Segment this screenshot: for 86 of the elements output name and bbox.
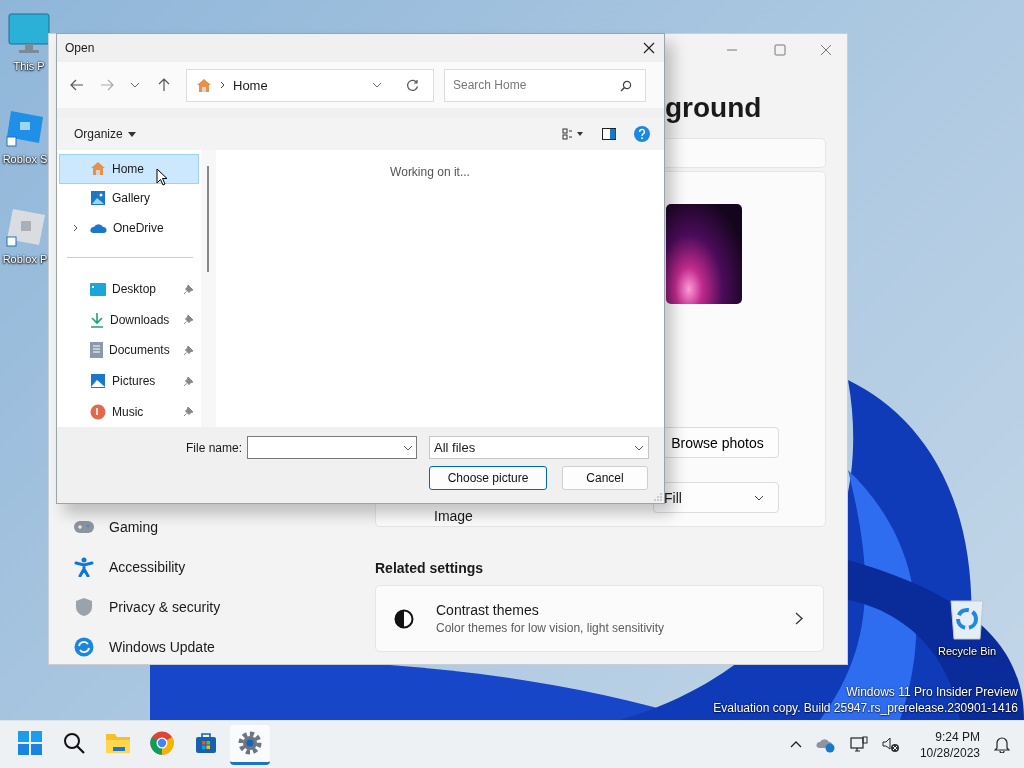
chevron-up-icon[interactable]: [789, 741, 802, 748]
recycle-bin-icon[interactable]: [947, 597, 987, 641]
chevron-down-icon[interactable]: [130, 82, 140, 88]
search-field[interactable]: Search Home: [444, 68, 646, 102]
pin-icon: [183, 314, 194, 326]
desktop-folder-icon: [90, 282, 106, 296]
row-title: Contrast themes: [436, 602, 540, 618]
caret-down-icon: [127, 131, 136, 137]
chevron-right-icon: [220, 81, 225, 89]
navigation-item[interactable]: Pictures: [59, 365, 199, 397]
navigation-item[interactable]: Documents: [59, 335, 199, 366]
row-subtitle: Color themes for low vision, light sensitivity: [436, 621, 666, 635]
bell-icon[interactable]: [994, 736, 1010, 753]
search-icon: [620, 79, 632, 92]
pin-icon: [183, 406, 194, 418]
chevron-down-icon: [634, 444, 645, 451]
chevron-down-icon: [754, 494, 764, 501]
preview-pane-icon[interactable]: [602, 128, 616, 140]
navigation-item[interactable]: OneDrive: [59, 213, 199, 243]
home-icon: [90, 161, 106, 177]
watermark-text: Evaluation copy. Build 25947.rs_prerelease.230901-1416: [713, 700, 1018, 716]
file-name-combobox[interactable]: [247, 436, 418, 459]
navigation-item[interactable]: Music: [59, 396, 199, 427]
navigation-item[interactable]: Gallery: [59, 183, 199, 214]
pin-icon: [183, 375, 194, 387]
nav-item[interactable]: Gaming: [109, 519, 159, 535]
desktop-icon-label[interactable]: Recycle Bin: [937, 645, 997, 657]
section-heading: Related settings: [375, 560, 484, 576]
navigation-item[interactable]: Desktop: [59, 273, 199, 305]
download-arrow-icon: [90, 311, 104, 328]
nav-item[interactable]: Privacy & security: [109, 599, 221, 615]
address-bar[interactable]: Home: [186, 68, 434, 102]
contrast-icon: [394, 608, 414, 629]
navigation-item[interactable]: Downloads: [59, 304, 199, 336]
document-icon: [90, 342, 103, 359]
gamepad-icon: [73, 520, 95, 534]
network-icon[interactable]: [849, 736, 868, 753]
chevron-right-icon: [795, 612, 803, 625]
close-icon[interactable]: [643, 42, 655, 54]
cloud-icon: [90, 222, 107, 234]
chevron-down-icon[interactable]: [403, 444, 414, 451]
chevron-right-icon[interactable]: [72, 224, 78, 233]
cursor-icon: [156, 168, 168, 186]
file-name-label: File name:: [186, 440, 243, 455]
maximize-icon[interactable]: [774, 44, 786, 56]
chevron-down-icon[interactable]: [372, 82, 382, 88]
status-message: Working on it...: [390, 165, 470, 181]
picture-icon: [90, 190, 106, 207]
picture-icon: [90, 373, 106, 390]
up-arrow-icon[interactable]: [158, 78, 170, 92]
browser-icon: [150, 731, 174, 755]
pin-icon: [183, 283, 194, 295]
dialog-title: Open: [65, 41, 95, 55]
clock[interactable]: 9:24 PM 10/28/2023: [919, 728, 980, 761]
resize-grip-icon[interactable]: [654, 493, 662, 501]
pin-icon: [183, 344, 194, 356]
navigation-item[interactable]: Home: [59, 154, 199, 184]
music-icon: [90, 403, 106, 420]
folder-icon: [105, 732, 131, 754]
store-bag-icon: [195, 732, 217, 754]
windows-logo-icon: [18, 731, 42, 755]
watermark-text: Windows 11 Pro Insider Preview: [846, 684, 1018, 700]
cancel-button[interactable]: Cancel: [562, 466, 648, 490]
monitor-icon[interactable]: [7, 12, 51, 56]
nav-item[interactable]: Accessibility: [109, 559, 186, 575]
file-type-dropdown[interactable]: All files: [429, 436, 650, 459]
volume-muted-icon[interactable]: [881, 736, 900, 753]
nav-item[interactable]: Windows Update: [109, 639, 215, 655]
contrast-themes-row[interactable]: Contrast themes Color themes for low vision, light sensitivity: [375, 585, 824, 652]
refresh-icon[interactable]: [406, 78, 419, 92]
setting-label: Image: [434, 508, 473, 524]
page-heading: ground: [665, 92, 762, 124]
home-icon: [196, 77, 212, 93]
fit-dropdown[interactable]: Fill: [653, 482, 779, 513]
choose-picture-button[interactable]: Choose picture: [429, 466, 547, 490]
shield-icon: [73, 597, 95, 617]
scrollbar-thumb[interactable]: [207, 166, 209, 272]
cloud-icon[interactable]: [815, 736, 836, 753]
view-options-icon[interactable]: [562, 128, 584, 140]
accessibility-icon: [73, 557, 95, 577]
search-icon: [63, 732, 85, 754]
back-arrow-icon[interactable]: [70, 79, 84, 91]
organize-menu[interactable]: Organize: [74, 127, 136, 141]
refresh-icon: [73, 637, 95, 657]
gear-icon: [238, 731, 262, 755]
help-icon[interactable]: [634, 126, 650, 142]
